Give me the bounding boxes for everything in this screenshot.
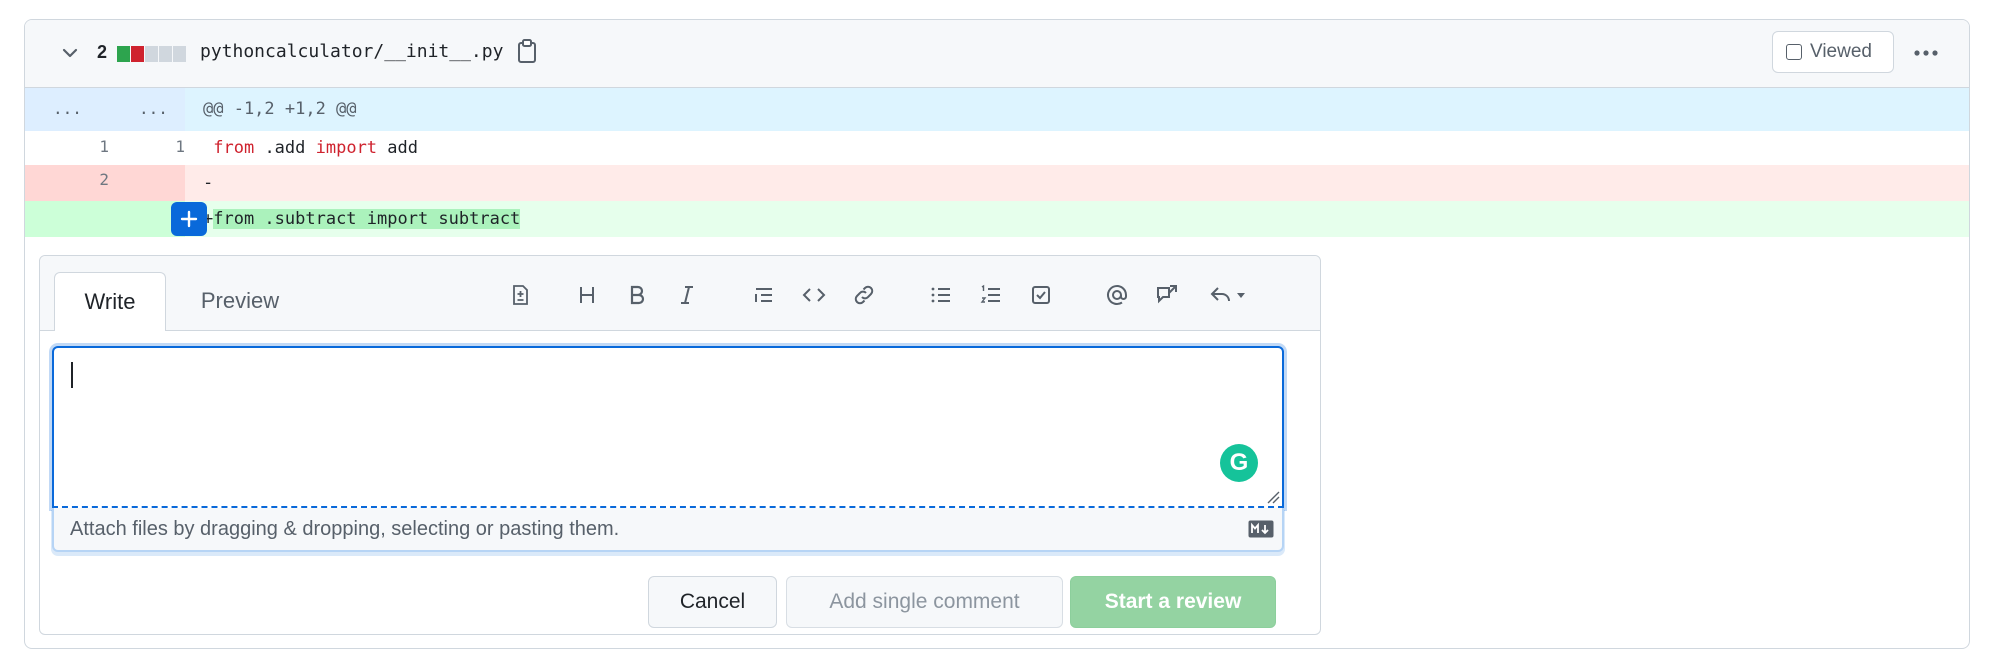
unordered-list-button[interactable]	[924, 278, 958, 312]
viewed-label: Viewed	[1810, 41, 1872, 62]
grammarly-icon[interactable]: G	[1220, 444, 1258, 482]
diff-prefix: -	[203, 173, 214, 193]
link-button[interactable]	[847, 278, 881, 312]
file-header: 2 pythoncalculator/__init__.py Viewed	[25, 20, 1969, 88]
diff-line-deletion: 2 -	[25, 165, 1969, 201]
cross-reference-button[interactable]	[1150, 278, 1184, 312]
old-line-number[interactable]: 1	[79, 137, 109, 156]
code-text: from .subtract import subtract	[213, 209, 521, 229]
markdown-icon[interactable]	[1248, 520, 1274, 538]
task-list-icon	[1032, 286, 1050, 304]
bold-button[interactable]	[620, 278, 654, 312]
attach-hint: Attach files by dragging & dropping, sel…	[70, 518, 620, 540]
quote-button[interactable]	[747, 278, 781, 312]
italic-icon	[681, 286, 693, 304]
mention-button[interactable]	[1100, 278, 1134, 312]
unordered-list-icon	[931, 287, 950, 303]
diffstat-block	[173, 46, 186, 62]
plus-icon	[180, 210, 198, 228]
link-icon	[854, 285, 874, 305]
caret-down-icon	[1236, 293, 1245, 298]
add-single-comment-button[interactable]: Add single comment	[786, 576, 1063, 628]
quote-icon	[755, 288, 772, 302]
add-comment-button[interactable]	[171, 202, 207, 236]
tab-write[interactable]: Write	[54, 272, 166, 331]
code-text: .add	[254, 138, 316, 158]
change-count: 2	[97, 42, 108, 62]
expand-up-right[interactable]: ...	[139, 99, 168, 118]
new-line-number[interactable]: 1	[155, 137, 185, 156]
diff-file: 2 pythoncalculator/__init__.py Viewed ..…	[24, 19, 1970, 649]
insert-suggestion-button[interactable]	[503, 278, 537, 312]
saved-replies-icon	[1210, 287, 1230, 302]
code-text: add	[377, 138, 418, 158]
diffstat-block	[131, 46, 144, 62]
code-line: -	[203, 173, 213, 193]
old-line-number[interactable]: 2	[79, 170, 109, 189]
resize-handle-icon[interactable]	[1266, 490, 1280, 504]
heading-icon	[580, 287, 594, 303]
hunk-header-row: ... ... @@ -1,2 +1,2 @@	[25, 88, 1969, 131]
tab-preview[interactable]: Preview	[180, 272, 300, 330]
viewed-toggle[interactable]: Viewed	[1772, 31, 1894, 73]
text-cursor	[71, 362, 73, 388]
diff-line-context: 1 1 from .add import add	[25, 131, 1969, 165]
mention-icon	[1107, 285, 1127, 305]
viewed-checkbox[interactable]	[1786, 44, 1802, 60]
expand-up-left[interactable]: ...	[53, 99, 82, 118]
grammarly-letter: G	[1229, 449, 1249, 476]
cancel-button[interactable]: Cancel	[648, 576, 777, 628]
chevron-down-icon[interactable]	[59, 42, 81, 64]
diffstat-block	[145, 46, 158, 62]
heading-button[interactable]	[570, 278, 604, 312]
start-review-button[interactable]: Start a review	[1070, 576, 1276, 628]
comment-textarea[interactable]	[52, 346, 1284, 508]
ordered-list-icon	[980, 284, 1000, 303]
code-button[interactable]	[797, 278, 831, 312]
copy-path-icon[interactable]	[515, 38, 539, 64]
code-line: +from .subtract import subtract	[203, 209, 521, 229]
keyword: import	[315, 138, 378, 158]
task-list-button[interactable]	[1024, 278, 1058, 312]
diffstat-block	[159, 46, 172, 62]
saved-replies-button[interactable]	[1202, 278, 1252, 312]
diff-line-addition: 2 +from .subtract import subtract	[25, 201, 1969, 237]
file-attachment-area[interactable]: Attach files by dragging & dropping, sel…	[52, 508, 1284, 552]
kebab-horizontal-icon[interactable]	[1909, 40, 1943, 66]
ordered-list-button[interactable]	[974, 278, 1008, 312]
diffstat-block	[117, 46, 130, 62]
keyword: from	[213, 138, 255, 158]
comment-toolbar: Write Preview	[40, 256, 1320, 331]
diff-prefix	[203, 138, 213, 158]
file-name-link[interactable]: pythoncalculator/__init__.py	[200, 41, 503, 62]
cross-reference-icon	[1157, 285, 1177, 304]
bold-icon	[630, 285, 645, 305]
diffstat-bar	[117, 46, 186, 62]
code-line: from .add import add	[203, 138, 418, 158]
italic-button[interactable]	[670, 278, 704, 312]
diff-suggestion-icon	[513, 285, 528, 305]
code-icon	[802, 288, 826, 302]
inline-comment-form: Write Preview G Attach files by dragging…	[39, 255, 1321, 635]
hunk-header-text: @@ -1,2 +1,2 @@	[203, 99, 357, 119]
